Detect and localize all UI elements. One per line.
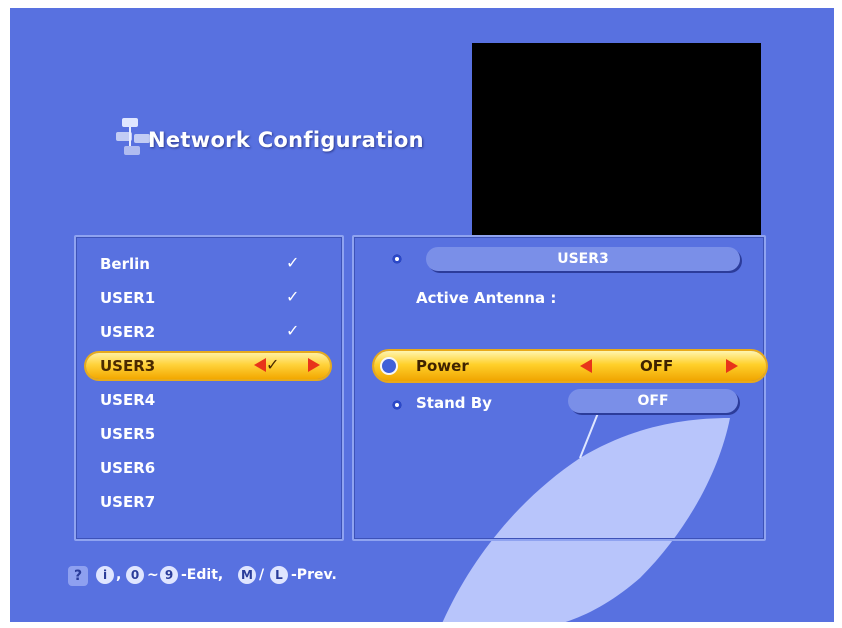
page-title: Network Configuration (148, 128, 424, 152)
user-list-panel: Berlin ✓ USER1 ✓ USER2 ✓ USER3 ✓ USER4 USER5 USER6… (74, 235, 344, 541)
info-key-icon: i (96, 566, 114, 584)
user-list-item[interactable]: USER6 (86, 455, 330, 481)
checkmark-icon: ✓ (286, 287, 300, 306)
footer-comma: , (116, 567, 122, 583)
l-key-icon: L (270, 566, 288, 584)
checkmark-icon: ✓ (286, 253, 300, 272)
user-name: Berlin (100, 255, 150, 273)
user-name: USER4 (100, 391, 156, 409)
prev-arrow-icon[interactable] (254, 358, 266, 372)
user-detail-panel: USER3 Active Antenna : Power OFF Stand B… (352, 235, 766, 541)
selected-user-field[interactable]: USER3 (426, 247, 740, 271)
footer-slash: / (259, 567, 265, 583)
power-setting-row[interactable]: Power OFF (374, 351, 766, 381)
footer-prev-text: -Prev. (291, 567, 337, 583)
zero-key-icon: 0 (126, 566, 144, 584)
user-list-item[interactable]: USER5 (86, 421, 330, 447)
user-name: USER2 (100, 323, 156, 341)
next-arrow-icon[interactable] (308, 358, 320, 372)
user-list-item[interactable]: USER1 ✓ (86, 285, 330, 311)
footer-tilde: ~ (147, 567, 159, 583)
user-list-item[interactable]: USER3 ✓ (86, 353, 330, 379)
help-icon: ? (68, 566, 88, 586)
page-header: Network Configuration (114, 108, 494, 168)
footer-help-bar: ? i , 0 ~ 9 -Edit, M / L -Prev. (68, 564, 488, 592)
power-bullet-icon (380, 357, 398, 375)
user-list-item[interactable]: USER2 ✓ (86, 319, 330, 345)
user-list-item[interactable]: USER7 (86, 489, 330, 515)
standby-label: Stand By (416, 394, 492, 412)
power-next-arrow-icon[interactable] (726, 359, 738, 373)
user-list-item[interactable]: Berlin ✓ (86, 251, 330, 277)
checkmark-icon: ✓ (266, 355, 280, 374)
user-name: USER1 (100, 289, 156, 307)
tv-screen: Network Configuration Berlin ✓ USER1 ✓ USER2… (10, 8, 834, 622)
standby-value-field[interactable]: OFF (568, 389, 738, 413)
video-preview-window (472, 43, 761, 237)
power-value: OFF (640, 357, 674, 375)
user-name: USER5 (100, 425, 156, 443)
user-name: USER6 (100, 459, 156, 477)
footer-edit-text: -Edit, (181, 567, 224, 583)
standby-bullet-icon (392, 400, 402, 410)
power-label: Power (416, 357, 469, 375)
user-name: USER3 (100, 357, 156, 375)
nine-key-icon: 9 (160, 566, 178, 584)
power-prev-arrow-icon[interactable] (580, 359, 592, 373)
user-bullet-icon (392, 254, 402, 264)
active-antenna-label: Active Antenna : (416, 289, 557, 307)
user-name: USER7 (100, 493, 156, 511)
checkmark-icon: ✓ (286, 321, 300, 340)
m-key-icon: M (238, 566, 256, 584)
user-list-item[interactable]: USER4 (86, 387, 330, 413)
